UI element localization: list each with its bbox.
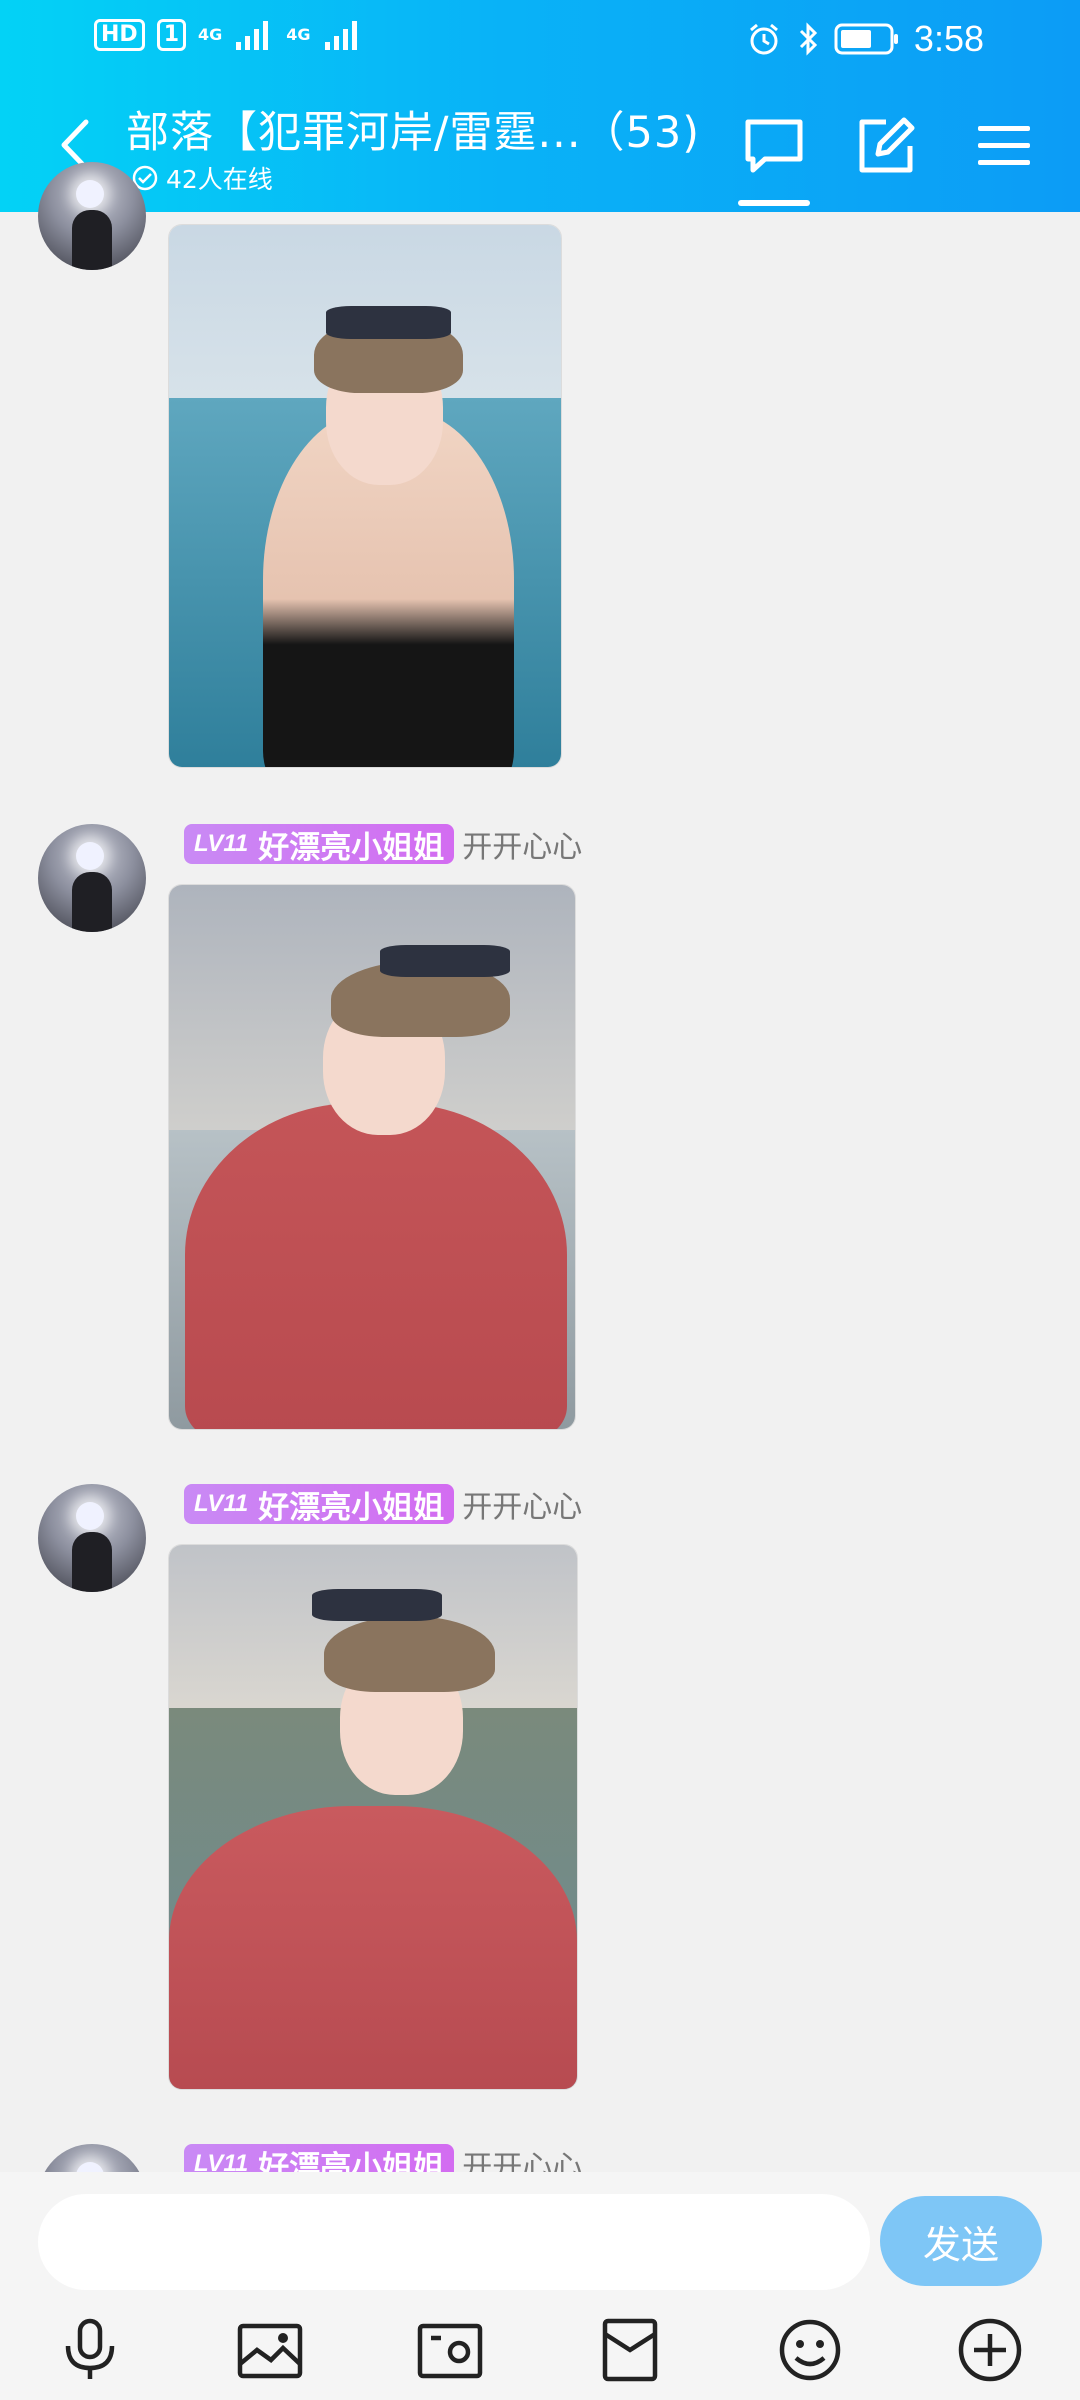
online-count: 42人在线 <box>132 160 273 196</box>
chat-tab-button[interactable] <box>740 112 808 180</box>
camera-icon <box>417 2323 483 2379</box>
page-title: 部落【犯罪河岸/雷霆...（53) <box>126 108 700 158</box>
sender-status: 开开心心 <box>462 1490 583 1525</box>
active-tab-indicator <box>738 200 810 206</box>
chat-image[interactable] <box>168 1544 578 2090</box>
image-icon <box>237 2323 303 2379</box>
voice-button[interactable] <box>52 2312 128 2388</box>
sender-status: 开开心心 <box>462 830 583 865</box>
chat-image[interactable] <box>168 884 576 1430</box>
hamburger-menu-icon <box>978 126 1030 165</box>
avatar[interactable] <box>38 1484 146 1592</box>
level-label: LV11 <box>194 830 249 857</box>
album-button[interactable] <box>232 2312 308 2388</box>
sim1-indicator: 1 <box>156 19 186 51</box>
emoji-button[interactable] <box>772 2312 848 2388</box>
clock: 3:58 <box>913 18 984 59</box>
network-type-2: 4G <box>286 25 311 44</box>
chat-bubble-icon <box>745 119 803 173</box>
status-right: 3:58 <box>746 18 984 60</box>
online-text: 42人在线 <box>166 165 273 194</box>
red-packet-button[interactable] <box>592 2312 668 2388</box>
message-input[interactable] <box>38 2194 870 2290</box>
app-header: HD 1 4G 4G 3:58 部落【犯罪河岸/雷霆...（53) 42人在线 <box>0 0 1080 212</box>
user-badge[interactable]: LV11 好漂亮小姐姐 <box>184 824 455 866</box>
input-toolbar <box>0 2296 1080 2400</box>
send-button[interactable]: 发送 <box>880 2196 1042 2286</box>
more-button[interactable] <box>952 2312 1028 2388</box>
compose-button[interactable] <box>852 112 920 180</box>
emoji-icon <box>779 2319 841 2381</box>
plus-icon <box>958 2318 1022 2382</box>
alarm-icon <box>749 23 778 55</box>
message-input-bar: 发送 <box>0 2172 1080 2296</box>
red-packet-icon <box>602 2318 658 2382</box>
sender-row: LV11 好漂亮小姐姐 开开心心 <box>184 1482 582 1526</box>
sender-row: LV11 好漂亮小姐姐 开开心心 <box>184 822 582 866</box>
signal-icon <box>236 21 269 50</box>
microphone-icon <box>65 2318 115 2379</box>
edit-icon <box>859 117 915 173</box>
network-type-1: 4G <box>198 25 223 44</box>
status-left: HD 1 4G 4G <box>94 18 363 52</box>
user-badge[interactable]: LV11 好漂亮小姐姐 <box>184 1484 455 1526</box>
avatar[interactable] <box>38 824 146 932</box>
hd-indicator: HD <box>94 19 145 51</box>
sender-name: 好漂亮小姐姐 <box>258 829 445 866</box>
status-bar: HD 1 4G 4G 3:58 <box>0 0 1080 80</box>
bluetooth-icon <box>799 22 818 56</box>
signal-icon <box>324 21 357 50</box>
battery-icon <box>834 23 898 55</box>
camera-button[interactable] <box>412 2312 488 2388</box>
chat-image[interactable] <box>168 224 562 768</box>
menu-button[interactable] <box>970 112 1038 180</box>
avatar[interactable] <box>38 162 146 270</box>
level-label: LV11 <box>194 1490 249 1517</box>
sender-name: 好漂亮小姐姐 <box>258 1489 445 1526</box>
